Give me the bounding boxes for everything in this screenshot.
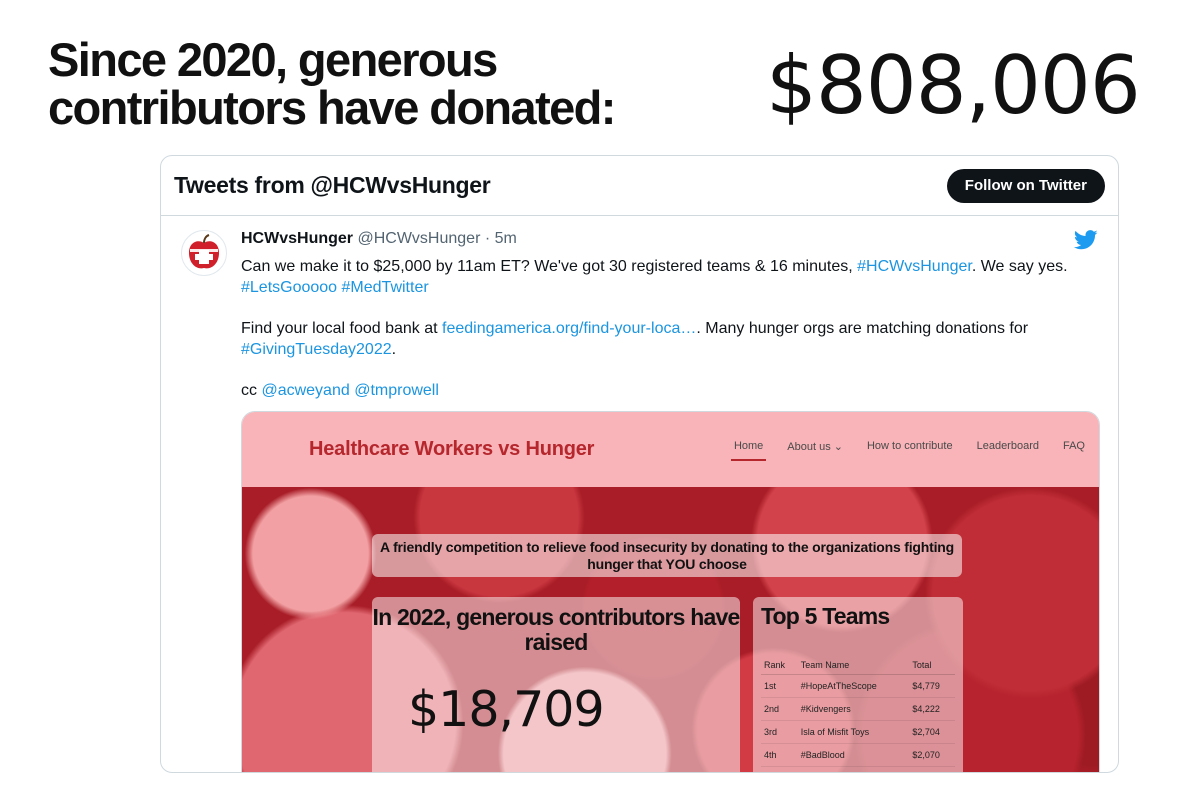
nav-item-about-label: About us [787, 441, 831, 453]
follow-on-twitter-button[interactable]: Follow on Twitter [946, 168, 1105, 203]
team-name: #HopeAtTheScope [797, 674, 910, 698]
table-header-row: Rank Team Name Total [761, 656, 955, 675]
nav-item-about: About us ⌄ [787, 440, 843, 453]
nav-item-contribute: How to contribute [866, 440, 953, 452]
team-total: $4,779 [909, 674, 955, 698]
widget-title: Tweets from @HCWvsHunger [174, 172, 491, 198]
donation-total: $808,006 [766, 39, 1141, 132]
hashtag-link[interactable]: #LetsGooooo [241, 279, 337, 296]
widget-header: Tweets from @HCWvsHunger Follow on Twitt… [161, 156, 1118, 216]
table-row: 3rd Isla of Misfit Toys $2,704 [761, 720, 955, 744]
raised-panel: In 2022, generous contributors have rais… [372, 597, 741, 772]
table-row: 2nd #Kidvengers $4,222 [761, 697, 955, 721]
twitter-bird-icon[interactable] [1074, 230, 1098, 250]
tweet-text: Find your local food bank at [241, 320, 443, 337]
site-tagline: A friendly competition to relieve food i… [372, 534, 962, 577]
tweet-timestamp[interactable]: 5m [495, 230, 517, 247]
tweet[interactable]: HCWvsHunger @HCWvsHunger · 5m Can we mak… [161, 216, 1118, 401]
twitter-timeline-widget: Tweets from @HCWvsHunger Follow on Twitt… [160, 155, 1119, 773]
team-name: #BadBlood [797, 743, 910, 767]
mention-link[interactable]: @acweyand [261, 382, 349, 399]
table-row: 4th #BadBlood $2,070 [761, 743, 955, 767]
hashtag-link[interactable]: #MedTwitter [342, 279, 429, 296]
team-total: $2,704 [909, 720, 955, 744]
tweet-author-handle[interactable]: @HCWvsHunger [357, 230, 480, 247]
url-link[interactable]: feedingamerica.org/find-your-loca… [442, 320, 696, 337]
top-teams-table: Rank Team Name Total 1st #HopeAtTheScope… [761, 656, 955, 767]
tweet-embedded-image[interactable]: Healthcare Workers vs Hunger Home About … [241, 411, 1100, 772]
tweet-paragraph-2: Find your local food bank at feedingamer… [241, 318, 1101, 360]
site-title: Healthcare Workers vs Hunger [309, 438, 595, 460]
apple-logo-icon [189, 234, 219, 269]
team-name: #Kidvengers [797, 697, 910, 721]
tweet-paragraph-1: Can we make it to $25,000 by 11am ET? We… [241, 256, 1101, 298]
nav-item-home: Home [730, 440, 767, 461]
top-teams-panel: Top 5 Teams Rank Team Name Total 1st #Ho… [753, 597, 963, 772]
column-header: Total [909, 656, 955, 675]
tweet-text: . We say yes. [971, 258, 1068, 275]
tweet-text: Can we make it to $25,000 by 11am ET? We… [241, 258, 858, 275]
team-rank: 1st [761, 674, 798, 698]
site-nav-items: Home About us ⌄ How to contribute Leader… [730, 440, 1085, 461]
nav-item-leaderboard: Leaderboard [976, 440, 1039, 452]
tweet-text: . [391, 341, 397, 358]
column-header: Team Name [797, 656, 910, 675]
tweet-paragraph-3: cc @acweyand @tmprowell [241, 380, 1101, 401]
tweet-text: . Many hunger orgs are matching donation… [696, 320, 1029, 337]
team-rank: 3rd [761, 720, 798, 744]
apples-hero-background: A friendly competition to relieve food i… [242, 487, 1099, 772]
mention-link[interactable]: @tmprowell [354, 382, 439, 399]
headline-line-2: contributors have donated: [48, 81, 616, 134]
tweet-separator: · [484, 230, 491, 247]
team-rank: 2nd [761, 697, 798, 721]
nav-item-faq: FAQ [1062, 440, 1085, 452]
tweet-author-name[interactable]: HCWvsHunger [241, 230, 353, 247]
hashtag-link[interactable]: #GivingTuesday2022 [241, 341, 392, 358]
team-total: $2,070 [909, 743, 955, 767]
raised-title: In 2022, generous contributors have rais… [372, 604, 741, 655]
team-rank: 4th [761, 743, 798, 767]
tweet-text: cc [241, 382, 262, 399]
tweet-meta: HCWvsHunger @HCWvsHunger · 5m [241, 228, 1100, 250]
top-teams-title: Top 5 Teams [761, 603, 890, 629]
headline-line-1: Since 2020, generous [48, 33, 498, 86]
hashtag-link[interactable]: #HCWvsHunger [857, 258, 972, 275]
avatar[interactable] [181, 230, 227, 276]
column-header: Rank [761, 656, 798, 675]
team-total: $4,222 [909, 697, 955, 721]
tweet-body: Can we make it to $25,000 by 11am ET? We… [241, 256, 1101, 401]
raised-amount: $18,709 [408, 681, 605, 738]
table-row: 1st #HopeAtTheScope $4,779 [761, 674, 955, 698]
team-name: Isla of Misfit Toys [797, 720, 910, 744]
site-navbar: Healthcare Workers vs Hunger Home About … [242, 412, 1099, 487]
chevron-down-icon: ⌄ [833, 441, 843, 453]
headline: Since 2020, generous contributors have d… [48, 36, 688, 132]
